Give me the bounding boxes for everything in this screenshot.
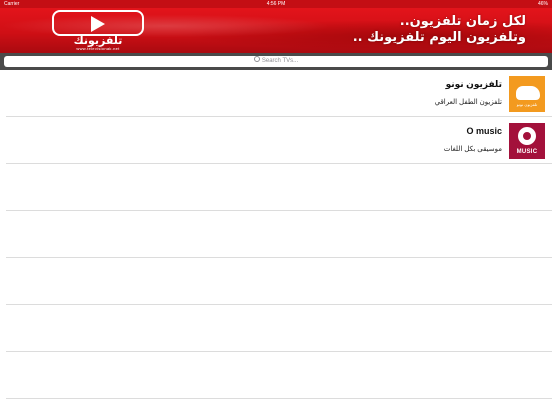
banner-slogan: لكل زمان تلفزيون.. وتلفزيون اليوم تلفزيو… [186, 14, 526, 46]
battery-label: 46% [537, 1, 548, 7]
header-banner: تلفزيونك www.televisionak.net لكل زمان ت… [0, 8, 552, 53]
channel-row-omusic[interactable]: O music موسيقى بكل اللغات MUSIC [0, 117, 552, 164]
play-icon [91, 16, 105, 32]
search-icon [253, 56, 260, 63]
search-bar: Search TVs... [0, 53, 552, 70]
channel-logo-text: تلفزيون نونو [516, 102, 538, 107]
channel-logo-text: MUSIC [516, 149, 538, 155]
channel-title: O music [466, 126, 502, 136]
channel-subtitle: تلفزيون الطفل العراقي [434, 99, 502, 106]
status-bar: Carrier 4:56 PM 46% [0, 0, 552, 8]
channel-row-nono[interactable]: تلفزيون نونو تلفزيون الطفل العراقي تلفزي… [0, 70, 552, 117]
channel-logo-omusic: MUSIC [509, 123, 545, 159]
channel-list: تلفزيون نونو تلفزيون الطفل العراقي تلفزي… [0, 70, 552, 414]
clock: 4:56 PM [266, 1, 286, 7]
empty-row [0, 352, 552, 399]
row-separator [6, 398, 552, 399]
empty-row [0, 305, 552, 352]
channel-title: تلفزيون نونو [445, 79, 502, 89]
tv-screen-icon [52, 10, 144, 36]
empty-row [0, 258, 552, 305]
empty-row [0, 211, 552, 258]
slogan-line-1: لكل زمان تلفزيون.. [399, 14, 526, 29]
elephant-icon [516, 86, 540, 100]
channel-logo-nono: تلفزيون نونو [509, 76, 545, 112]
channel-subtitle: موسيقى بكل اللغات [443, 146, 502, 153]
search-placeholder: Search TVs... [261, 58, 299, 64]
o-ring-icon [518, 127, 536, 145]
search-input[interactable]: Search TVs... [4, 56, 548, 67]
empty-row [0, 164, 552, 211]
app-logo: تلفزيونك www.televisionak.net [46, 10, 150, 51]
logo-url: www.televisionak.net [76, 46, 120, 51]
slogan-line-2: وتلفزيون اليوم تلفزيونك .. [352, 30, 526, 45]
